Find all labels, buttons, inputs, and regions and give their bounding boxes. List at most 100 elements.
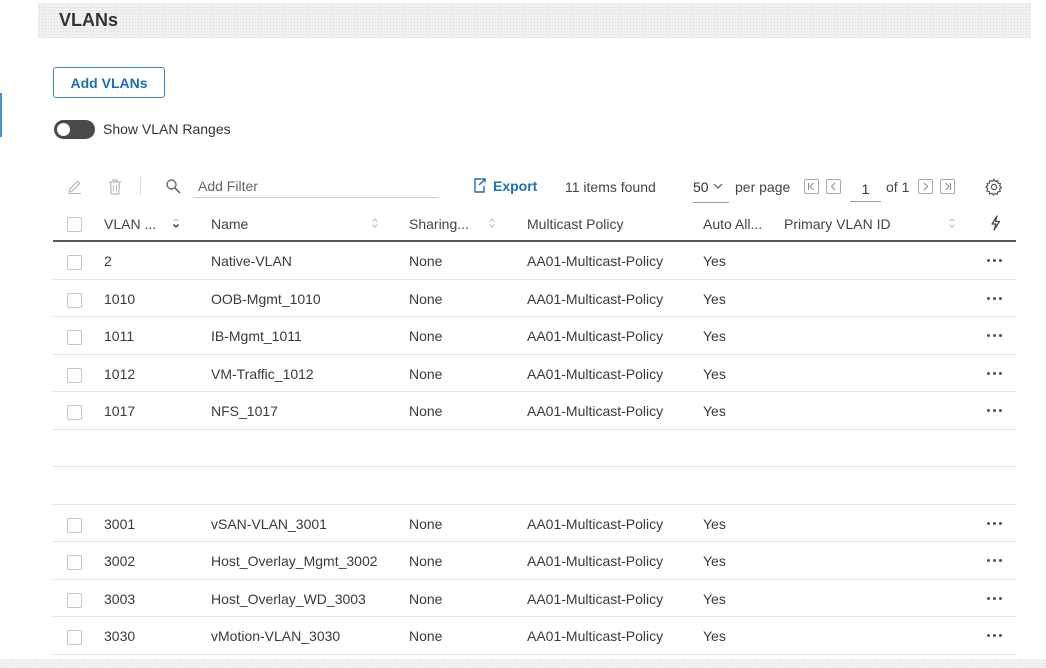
cell-auto-allow: Yes <box>703 290 726 307</box>
column-header-auto-allow[interactable]: Auto All... <box>703 216 762 232</box>
toggle-knob <box>57 123 70 136</box>
cell-sharing: None <box>409 253 443 269</box>
per-page-label: per page <box>735 179 791 195</box>
cell-multicast-policy: AA01-Multicast-Policy <box>527 553 664 569</box>
more-actions-icon[interactable] <box>985 558 1005 564</box>
chevron-down-icon <box>713 183 723 189</box>
cell-name: VM-Traffic_1012 <box>211 365 314 382</box>
export-label: Export <box>493 177 538 194</box>
add-vlans-button[interactable]: Add VLANs <box>53 67 165 98</box>
row-checkbox[interactable] <box>67 292 82 308</box>
table-body: 2 Native-VLAN None AA01-Multicast-Policy Yes… <box>53 242 1016 655</box>
table-row[interactable]: 1012 VM-Traffic_1012 None AA01-Multicast-Po… <box>53 355 1016 392</box>
pencil-icon[interactable] <box>66 178 83 195</box>
row-checkbox[interactable] <box>67 367 82 383</box>
cell-multicast-policy: AA01-Multicast-Policy <box>527 403 664 419</box>
cell-name: vMotion-VLAN_3030 <box>211 628 341 644</box>
export-icon <box>474 178 486 193</box>
trash-icon[interactable] <box>107 178 123 196</box>
table-row[interactable] <box>53 430 1016 467</box>
show-vlan-ranges-label: Show VLAN Ranges <box>103 121 231 137</box>
cell-multicast-policy: AA01-Multicast-Policy <box>527 290 664 307</box>
page-number-input[interactable] <box>850 176 881 202</box>
more-actions-icon[interactable] <box>985 633 1005 639</box>
cell-multicast-policy: AA01-Multicast-Policy <box>527 628 664 644</box>
lightning-icon[interactable] <box>990 215 1001 231</box>
cell-vlan-id: 1012 <box>104 365 136 382</box>
page-header <box>38 3 1031 38</box>
table-row[interactable]: 1010 OOB-Mgmt_1010 None AA01-Multicast-Poli… <box>53 280 1016 317</box>
more-actions-icon[interactable] <box>985 296 1005 302</box>
column-header-primary-vlan-id[interactable]: Primary VLAN ID <box>784 216 891 232</box>
more-actions-icon[interactable] <box>985 371 1005 377</box>
cell-multicast-policy: AA01-Multicast-Policy <box>527 328 664 344</box>
prev-page-button[interactable] <box>826 179 841 194</box>
first-page-button[interactable] <box>804 179 819 194</box>
filter-input[interactable] <box>193 174 439 198</box>
column-header-name[interactable]: Name <box>211 216 248 232</box>
search-icon <box>165 178 182 195</box>
row-checkbox[interactable] <box>67 555 82 570</box>
chevron-right-icon <box>923 182 929 191</box>
cell-name: NFS_1017 <box>211 403 278 419</box>
row-checkbox[interactable] <box>67 255 82 270</box>
last-page-button[interactable] <box>940 179 955 194</box>
more-actions-icon[interactable] <box>985 596 1005 602</box>
table-row[interactable]: 1017 NFS_1017 None AA01-Multicast-Policy Yes <box>53 392 1016 430</box>
cell-sharing: None <box>409 365 443 382</box>
page-title: VLANs <box>59 10 119 30</box>
cell-auto-allow: Yes <box>703 328 726 344</box>
show-vlan-ranges-toggle[interactable] <box>54 120 95 139</box>
cell-auto-allow: Yes <box>703 365 726 382</box>
cell-vlan-id: 3003 <box>104 590 136 607</box>
sort-icon[interactable] <box>948 217 956 229</box>
row-checkbox[interactable] <box>67 592 82 608</box>
cell-multicast-policy: AA01-Multicast-Policy <box>527 590 664 607</box>
cell-multicast-policy: AA01-Multicast-Policy <box>527 253 664 269</box>
row-checkbox[interactable] <box>67 405 82 420</box>
cell-sharing: None <box>409 590 443 607</box>
export-button[interactable]: Export <box>472 177 537 194</box>
select-all-checkbox[interactable] <box>67 217 82 232</box>
page-count-label: of 1 <box>886 179 910 195</box>
cell-multicast-policy: AA01-Multicast-Policy <box>527 365 664 382</box>
more-actions-icon[interactable] <box>985 258 1005 264</box>
more-actions-icon[interactable] <box>985 408 1005 414</box>
vlans-table: VLAN ... Name Sharing... Multicast Polic… <box>53 203 1016 655</box>
cell-sharing: None <box>409 553 443 569</box>
cell-name: Native-VLAN <box>211 253 292 269</box>
table-row[interactable]: 3001 vSAN-VLAN_3001 None AA01-Multicast-Pol… <box>53 505 1016 542</box>
column-header-vlan[interactable]: VLAN ... <box>104 216 156 232</box>
table-header: VLAN ... Name Sharing... Multicast Polic… <box>53 203 1016 242</box>
per-page-select[interactable]: 50 <box>693 177 729 203</box>
row-checkbox[interactable] <box>67 630 82 645</box>
gear-icon[interactable] <box>985 178 1003 201</box>
column-header-sharing[interactable]: Sharing... <box>409 216 469 232</box>
more-actions-icon[interactable] <box>985 333 1005 339</box>
items-found-count: 11 items found <box>565 179 656 195</box>
chevron-left-icon <box>830 182 836 191</box>
last-page-icon <box>945 182 951 191</box>
cell-vlan-id: 1017 <box>104 403 136 419</box>
more-actions-icon[interactable] <box>985 521 1005 527</box>
table-row[interactable]: 2 Native-VLAN None AA01-Multicast-Policy Yes <box>53 242 1016 280</box>
table-row[interactable]: 3002 Host_Overlay_Mgmt_3002 None AA01-Multi… <box>53 542 1016 580</box>
row-checkbox[interactable] <box>67 517 82 533</box>
cell-name: IB-Mgmt_1011 <box>211 328 302 344</box>
table-row[interactable] <box>53 467 1016 505</box>
page-footer <box>0 659 1046 668</box>
next-page-button[interactable] <box>918 179 933 194</box>
cell-name: vSAN-VLAN_3001 <box>211 515 327 532</box>
sort-icon[interactable] <box>371 217 379 229</box>
sort-icon[interactable] <box>172 217 180 229</box>
cell-auto-allow: Yes <box>703 590 726 607</box>
row-checkbox[interactable] <box>67 330 82 345</box>
sort-icon[interactable] <box>488 217 496 229</box>
table-row[interactable]: 3030 vMotion-VLAN_3030 None AA01-Multicast-… <box>53 617 1016 655</box>
cell-sharing: None <box>409 328 443 344</box>
column-header-multicast-policy[interactable]: Multicast Policy <box>527 216 623 232</box>
table-row[interactable]: 1011 IB-Mgmt_1011 None AA01-Multicast-Polic… <box>53 317 1016 355</box>
cell-auto-allow: Yes <box>703 515 726 532</box>
cell-sharing: None <box>409 628 443 644</box>
table-row[interactable]: 3003 Host_Overlay_WD_3003 None AA01-Multica… <box>53 580 1016 617</box>
